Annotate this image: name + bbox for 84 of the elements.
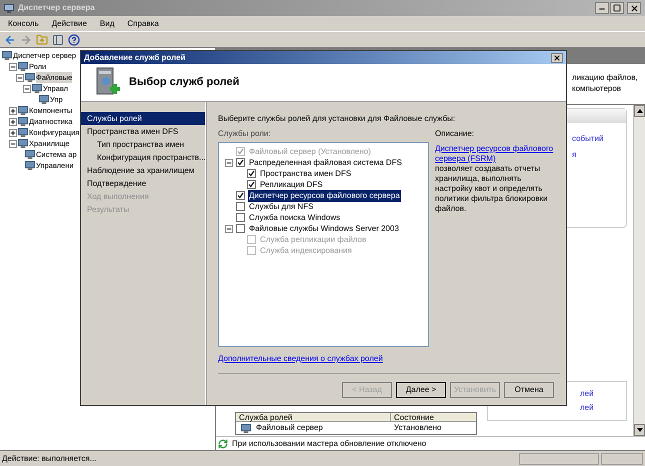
list-label: Службы роли:: [218, 128, 271, 140]
dialog-title: Добавление служб ролей: [84, 52, 186, 64]
expand-icon[interactable]: [9, 118, 17, 126]
menu-item[interactable]: Вид: [100, 18, 114, 30]
close-icon: [553, 54, 561, 62]
service-label[interactable]: Службы для NFS: [248, 200, 314, 212]
maximize-button[interactable]: [610, 2, 624, 14]
status-text: Действие: выполняется...: [2, 452, 98, 464]
computer-icon: [18, 106, 28, 115]
computer-icon: [4, 3, 14, 13]
checkbox[interactable]: [236, 191, 245, 200]
task-link[interactable]: лей: [580, 402, 594, 414]
refresh-icon: [218, 438, 228, 448]
dialog-button[interactable]: Далее >: [396, 382, 446, 398]
collapse-icon[interactable]: [225, 224, 233, 232]
collapse-icon[interactable]: [23, 84, 31, 92]
task-link[interactable]: я: [572, 149, 576, 161]
collapse-icon[interactable]: [9, 62, 17, 70]
computer-icon: [2, 51, 12, 60]
computer-icon: [18, 139, 28, 148]
column-header[interactable]: Состояние: [391, 413, 476, 421]
computer-icon: [25, 150, 35, 159]
service-label[interactable]: Пространства имен DFS: [259, 168, 352, 180]
summary-text: компьютеров: [572, 83, 622, 94]
service-label[interactable]: Репликация DFS: [259, 178, 324, 190]
close-icon: [630, 4, 638, 12]
checkbox[interactable]: [236, 202, 245, 211]
checkbox[interactable]: [247, 180, 256, 189]
instruction-text: Выберите службы ролей для установки для Файловые службы:: [218, 113, 456, 125]
menu-item[interactable]: Консоль: [8, 18, 39, 30]
service-label[interactable]: Распределенная файловая система DFS: [248, 156, 403, 168]
help-icon[interactable]: [68, 34, 80, 46]
computer-icon: [241, 424, 251, 432]
computer-icon: [25, 161, 35, 170]
back-icon[interactable]: [4, 34, 16, 46]
service-label[interactable]: Служба поиска Windows: [248, 212, 342, 224]
computer-icon: [18, 128, 28, 137]
scroll-up-icon[interactable]: [636, 109, 642, 113]
checkbox[interactable]: [236, 213, 245, 222]
panel-icon[interactable]: [52, 34, 64, 46]
description-text: Диспетчер ресурсов файлового сервера (FSRM) позволяет создавать отчеты хранилища, выполнять настройку квот и определять политики фильтра блокировки файлов.: [435, 144, 560, 214]
menu-item[interactable]: Действие: [52, 18, 87, 30]
computer-icon: [18, 62, 28, 71]
wizard-step[interactable]: Конфигурация пространств...: [81, 151, 205, 164]
status-pane: [601, 452, 643, 464]
computer-icon: [32, 84, 42, 93]
table-cell-text: Установлено: [393, 422, 442, 434]
collapse-icon[interactable]: [9, 140, 17, 148]
computer-icon: [18, 117, 28, 126]
wizard-step[interactable]: Пространства имен DFS: [81, 125, 205, 138]
checkbox[interactable]: [236, 224, 245, 233]
scroll-down-icon[interactable]: [636, 428, 642, 432]
close-button[interactable]: [627, 2, 641, 14]
service-label[interactable]: Диспетчер ресурсов файлового сервера: [248, 190, 401, 202]
service-label[interactable]: Файловые службы Windows Server 2003: [248, 222, 400, 234]
wizard-step[interactable]: Тип пространства имен: [81, 138, 205, 151]
checkbox[interactable]: [236, 158, 245, 167]
menu-item[interactable]: Справка: [127, 18, 159, 30]
task-link[interactable]: событий: [572, 133, 604, 145]
minimize-button[interactable]: [595, 2, 609, 14]
checkbox[interactable]: [247, 169, 256, 178]
wizard-step[interactable]: Службы ролей: [81, 112, 205, 125]
scrollbar[interactable]: [633, 105, 645, 436]
maximize-icon: [613, 4, 621, 12]
collapse-icon[interactable]: [225, 158, 233, 166]
column-header[interactable]: Служба ролей: [236, 413, 391, 421]
wizard-step[interactable]: Подтверждение: [81, 177, 205, 190]
dialog-heading: Выбор служб ролей: [129, 75, 240, 90]
dialog-button[interactable]: Отмена: [504, 382, 554, 398]
table-cell: Файловый сервер: [256, 422, 323, 434]
notice-text: При использовании мастера обновление отключено: [232, 438, 426, 450]
expand-icon[interactable]: [9, 106, 17, 114]
expand-icon[interactable]: [9, 128, 17, 136]
wizard-step[interactable]: Наблюдение за хранилищем: [81, 164, 205, 177]
window-title: Диспетчер сервера: [18, 2, 95, 14]
description-label: Описание:: [435, 128, 474, 140]
task-link[interactable]: лей: [580, 388, 594, 400]
computer-icon: [25, 73, 35, 82]
summary-text: ликацию файлов,: [572, 72, 639, 83]
computer-icon: [39, 95, 49, 104]
fsrm-link[interactable]: Диспетчер ресурсов файлового сервера (FSRM): [435, 144, 560, 164]
more-info-link[interactable]: Дополнительные сведения о службах ролей: [218, 353, 383, 365]
close-button[interactable]: [551, 52, 563, 62]
collapse-icon[interactable]: [16, 74, 24, 82]
